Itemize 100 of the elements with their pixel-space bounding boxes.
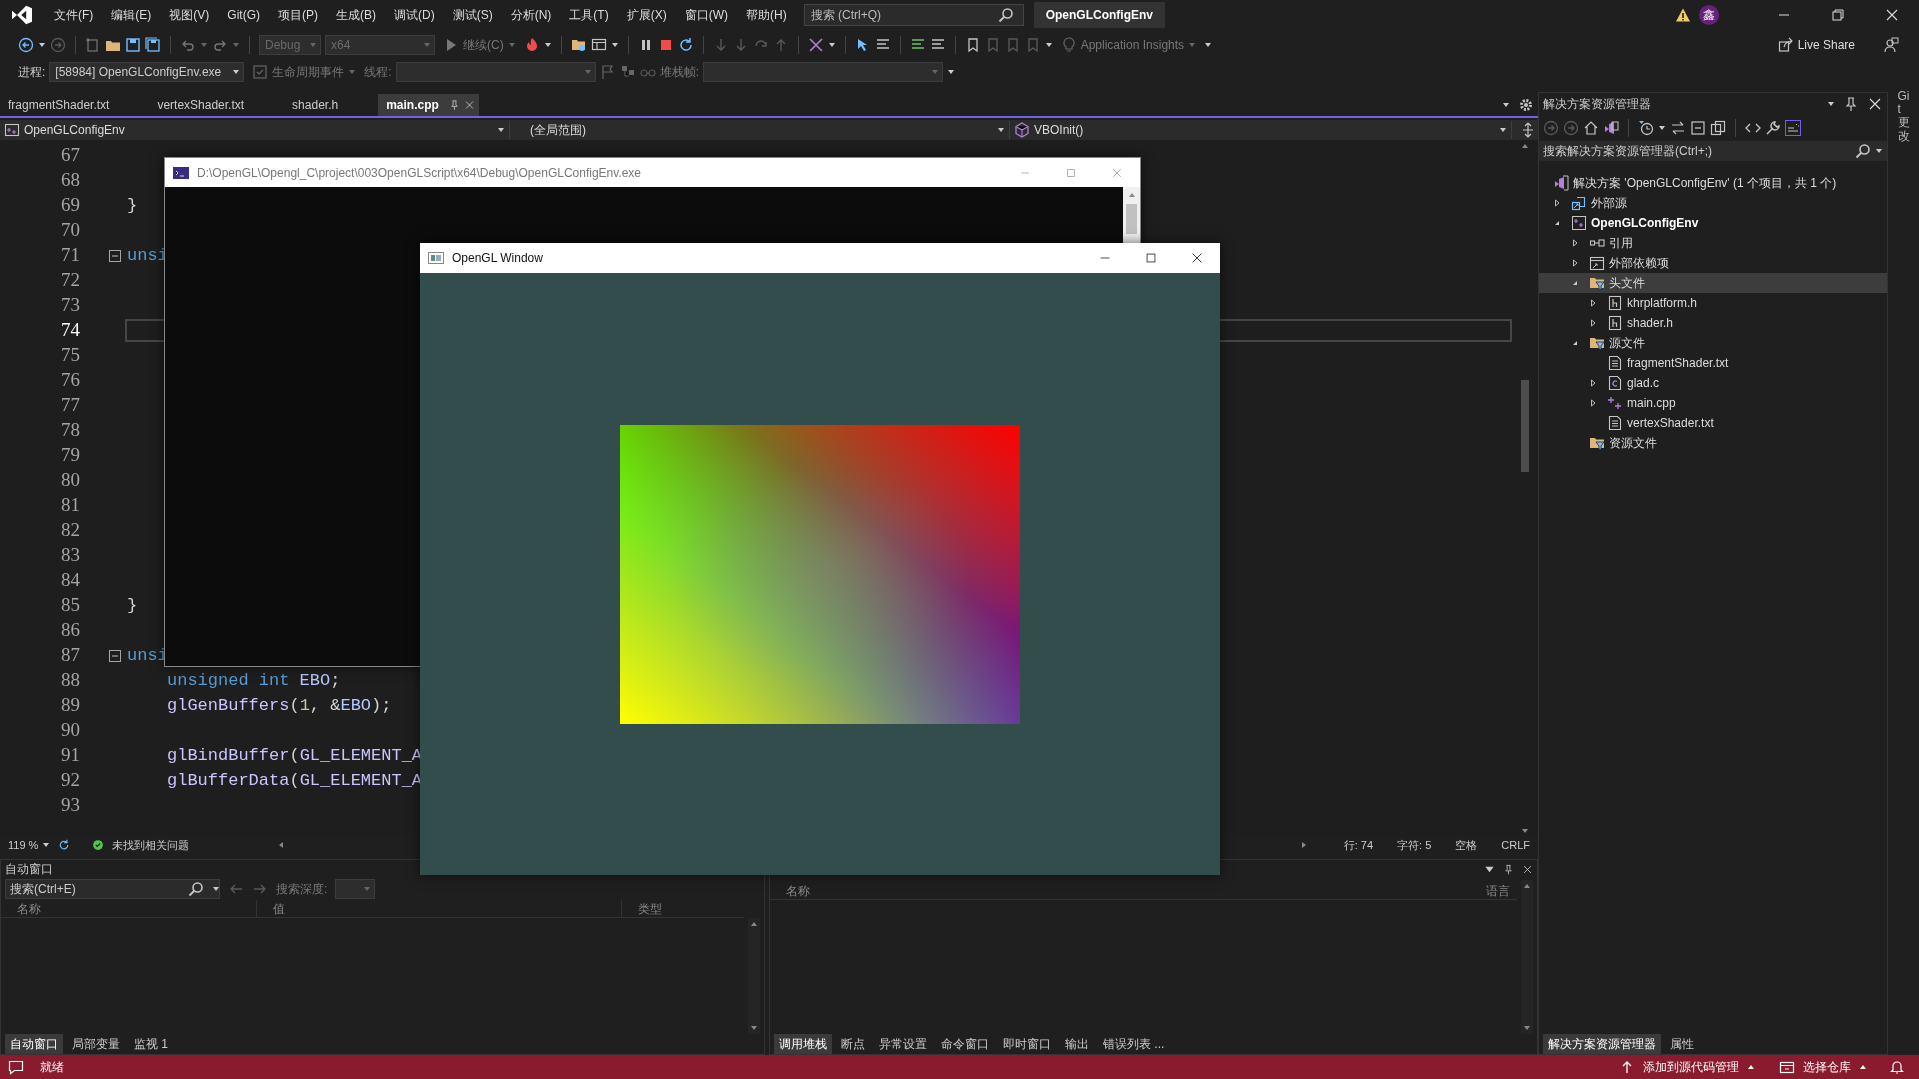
search-field[interactable]: 搜索解决方案资源管理器(Ctrl+;): [1539, 141, 1887, 161]
restore-icon[interactable]: [1830, 7, 1846, 23]
collapse-icon[interactable]: [108, 248, 122, 263]
folder-icon[interactable]: [570, 37, 587, 53]
cross-icon[interactable]: [807, 37, 824, 53]
tree-item[interactable]: main.cpp: [1539, 393, 1887, 413]
panel-tab[interactable]: 属性: [1665, 1034, 1699, 1054]
scrollbar-thumb[interactable]: [1521, 380, 1529, 472]
avatar[interactable]: 鑫: [1699, 5, 1719, 25]
warning-icon[interactable]: [1675, 7, 1691, 23]
pin-icon[interactable]: [448, 97, 460, 113]
tree-item[interactable]: OpenGLConfigEnv: [1539, 213, 1887, 233]
search-field[interactable]: 搜索(Ctrl+E): [5, 879, 220, 899]
side-tab[interactable]: Git 更改: [1897, 90, 1910, 143]
home-icon[interactable]: [1583, 120, 1599, 136]
menu-item[interactable]: 帮助(H): [737, 6, 796, 24]
panel-tab[interactable]: 调用堆栈: [774, 1034, 832, 1054]
tree-item[interactable]: shader.h: [1539, 313, 1887, 333]
collapsed-arrow-icon[interactable]: [1589, 399, 1597, 407]
notification-icon[interactable]: [1889, 1059, 1905, 1075]
menu-item[interactable]: 项目(P): [269, 6, 327, 24]
caret-icon[interactable]: [543, 41, 552, 49]
caret-icon[interactable]: [1658, 124, 1666, 132]
scroll-down-icon[interactable]: [1523, 1024, 1531, 1032]
panel-tab[interactable]: 命令窗口: [936, 1034, 994, 1054]
repository-button[interactable]: 选择仓库: [1779, 1058, 1867, 1076]
menu-item[interactable]: 生成(B): [327, 6, 385, 24]
line-indicator[interactable]: 行: 74: [1335, 836, 1382, 854]
caret-icon[interactable]: [1875, 147, 1883, 155]
menu-item[interactable]: 窗口(W): [675, 6, 737, 24]
scroll-right-icon[interactable]: [1299, 841, 1308, 849]
close-icon[interactable]: [1190, 251, 1204, 265]
collapsed-arrow-icon[interactable]: [1589, 379, 1597, 387]
lifecycle-events-button[interactable]: 生命周期事件: [248, 63, 361, 81]
scope-dropdown[interactable]: (全局范围): [510, 121, 1010, 139]
scrollbar-thumb[interactable]: [1126, 204, 1137, 234]
tree-item[interactable]: fragmentShader.txt: [1539, 353, 1887, 373]
whitespace-indicator[interactable]: 空格: [1447, 836, 1486, 854]
preview-icon[interactable]: [1785, 120, 1801, 136]
threads-icon[interactable]: [619, 64, 636, 80]
column-header[interactable]: 名称: [1, 899, 256, 918]
scroll-down-icon[interactable]: [1521, 827, 1529, 835]
panel-tab[interactable]: 局部变量: [67, 1034, 125, 1054]
editor-tab[interactable]: main.cpp: [378, 94, 479, 116]
expanded-arrow-icon[interactable]: [1571, 279, 1579, 287]
scroll-up-icon[interactable]: [1523, 882, 1531, 890]
solution-icon[interactable]: [1603, 120, 1619, 136]
column-header[interactable]: 值: [256, 899, 621, 918]
feedback-icon[interactable]: [8, 1059, 24, 1075]
menu-item[interactable]: 扩展(X): [617, 6, 676, 24]
search-field[interactable]: 搜索 (Ctrl+Q): [803, 4, 1024, 26]
member-dropdown[interactable]: VBOInit(): [1010, 121, 1512, 139]
column-header[interactable]: 名称: [770, 881, 1486, 900]
maximize-icon[interactable]: [1144, 251, 1158, 265]
tree-item[interactable]: 源文件: [1539, 333, 1887, 353]
caret-icon[interactable]: [1827, 100, 1835, 108]
collapse-all-icon[interactable]: [1690, 120, 1706, 136]
wrench-icon[interactable]: [1765, 120, 1781, 136]
feedback-icon[interactable]: [1883, 37, 1899, 53]
menu-item[interactable]: 视图(V): [160, 6, 219, 24]
menu-item[interactable]: 测试(S): [443, 6, 502, 24]
collapsed-arrow-icon[interactable]: [1589, 299, 1597, 307]
column-indicator[interactable]: 字符: 5: [1389, 836, 1440, 854]
close-icon[interactable]: [1867, 96, 1883, 112]
collapsed-arrow-icon[interactable]: [1571, 239, 1579, 247]
tree-item[interactable]: 资源文件: [1539, 433, 1887, 453]
pin-icon[interactable]: [1843, 96, 1859, 112]
menu-item[interactable]: 文件(F): [45, 6, 103, 24]
caret-icon[interactable]: [38, 41, 46, 49]
collapsed-arrow-icon[interactable]: [1571, 259, 1579, 267]
tree-item[interactable]: 外部源: [1539, 193, 1887, 213]
save-icon[interactable]: [125, 37, 141, 53]
scroll-up-icon[interactable]: [1128, 191, 1136, 199]
menu-item[interactable]: 工具(T): [560, 6, 618, 24]
settings-icon[interactable]: [1518, 97, 1534, 113]
tree-item[interactable]: 解决方案 'OpenGLConfigEnv' (1 个项目，共 1 个): [1539, 173, 1887, 193]
editor-tab[interactable]: vertexShader.txt: [149, 94, 285, 116]
collapsed-arrow-icon[interactable]: [1553, 199, 1561, 207]
scroll-up-icon[interactable]: [750, 920, 758, 928]
expanded-arrow-icon[interactable]: [1553, 219, 1561, 227]
close-icon[interactable]: [1522, 863, 1533, 875]
line-ending-indicator[interactable]: CRLF: [1493, 836, 1538, 854]
pin-icon[interactable]: [1503, 863, 1514, 875]
panel-tab[interactable]: 监视 1: [129, 1034, 173, 1054]
scroll-up-icon[interactable]: [1521, 142, 1529, 150]
insights-button[interactable]: Application Insights: [1056, 36, 1201, 54]
source-control-button[interactable]: 添加到源代码管理: [1619, 1058, 1755, 1076]
menu-item[interactable]: 分析(N): [501, 6, 561, 24]
clock-icon[interactable]: [1638, 120, 1654, 136]
menu-item[interactable]: 编辑(E): [102, 6, 161, 24]
menu-item[interactable]: Git(G): [218, 6, 269, 24]
save-all-icon[interactable]: [145, 37, 161, 53]
collapse-icon[interactable]: [108, 648, 122, 663]
collapsed-arrow-icon[interactable]: [1589, 319, 1597, 327]
layout-icon[interactable]: [590, 37, 607, 53]
search-icon[interactable]: [1855, 143, 1871, 159]
tree-item[interactable]: vertexShader.txt: [1539, 413, 1887, 433]
tree-item[interactable]: 外部依赖项: [1539, 253, 1887, 273]
copy-icon[interactable]: [1710, 120, 1726, 136]
live-share-button[interactable]: Live Share: [1773, 36, 1859, 54]
